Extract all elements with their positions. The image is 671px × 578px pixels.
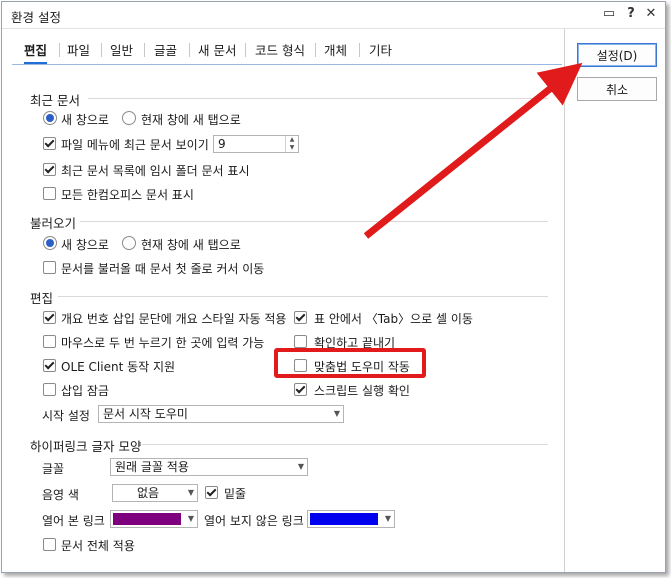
- arrow-line: [363, 62, 583, 239]
- annotation-arrow: [363, 62, 583, 239]
